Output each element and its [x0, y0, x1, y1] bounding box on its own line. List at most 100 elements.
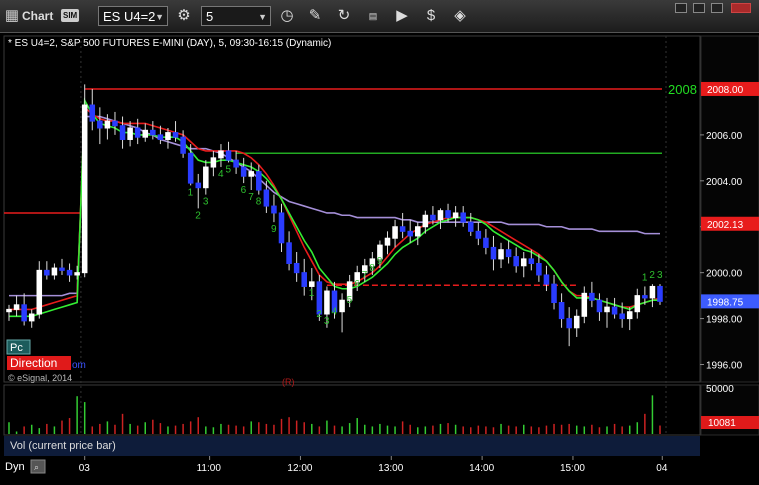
search-icon[interactable]: ⌕ — [34, 462, 39, 472]
direction-label: Direction — [10, 356, 57, 370]
candle-body — [187, 152, 194, 184]
pencil-icon[interactable]: ✎ — [305, 6, 325, 26]
candle-body — [445, 210, 451, 219]
candle-body — [505, 249, 512, 258]
interval-input[interactable]: 5 ▼ — [201, 6, 271, 26]
candle-body — [263, 189, 270, 207]
candle-body — [460, 212, 466, 223]
pc-label: Pc — [10, 342, 23, 354]
price-tick-label: 2004.00 — [706, 177, 743, 188]
candle-body — [422, 214, 429, 228]
sequence-label: 2 — [316, 309, 322, 320]
restore-button[interactable] — [711, 3, 723, 13]
candle-body — [596, 299, 603, 313]
chart-window-icon: ▦ — [4, 7, 20, 24]
candle-body — [301, 272, 307, 287]
candle-body — [619, 313, 625, 320]
time-tick-label: 03 — [79, 463, 91, 474]
candle-body — [150, 129, 156, 136]
candle-body — [626, 311, 633, 320]
symbol-value: ES U4=2 — [103, 9, 156, 24]
candle-body — [89, 104, 96, 122]
candle-body — [309, 281, 315, 287]
sequence-label: 9 — [377, 256, 383, 267]
candle-body — [6, 308, 12, 313]
candle-body — [498, 249, 504, 260]
clock-icon[interactable]: ◷ — [277, 6, 297, 26]
candle-body — [66, 269, 73, 276]
candle-body — [13, 304, 20, 310]
price-label-high_level: 2008.00 — [707, 85, 744, 96]
candle-body — [536, 262, 542, 276]
play-icon[interactable]: ▶ — [392, 6, 412, 26]
time-tick-label: 15:00 — [560, 463, 585, 474]
sequence-label: 8 — [369, 263, 375, 274]
candle-body — [490, 246, 497, 260]
candle-body — [642, 295, 648, 299]
volume-max-tick: 50000 — [706, 384, 734, 395]
sim-badge: SIM — [61, 9, 80, 22]
bars-icon[interactable]: ▤ — [363, 6, 383, 26]
sequence-label: 2 — [649, 270, 655, 281]
chart-area[interactable]: 123456789123456789123 2006.002004.002002… — [0, 33, 759, 480]
dollar-icon[interactable]: $ — [421, 6, 441, 26]
candle-body — [172, 132, 179, 138]
candle-body — [339, 299, 345, 313]
price-label-mid_level: 2002.13 — [707, 220, 744, 231]
candle-body — [581, 292, 588, 317]
interval-value: 5 — [206, 9, 214, 24]
time-tick-label: 12:00 — [287, 463, 312, 474]
candle-body — [399, 226, 406, 232]
candle-body — [248, 171, 255, 177]
sequence-label: 6 — [354, 279, 360, 290]
candle-body — [203, 166, 209, 189]
candle-body — [452, 212, 459, 219]
price-tick-label: 2006.00 — [706, 131, 743, 142]
close-button[interactable] — [731, 3, 751, 13]
symbol-input[interactable]: ES U4=2 ▼ — [98, 6, 168, 26]
dyn-label: Dyn — [5, 461, 25, 473]
candle — [657, 284, 663, 305]
candle-body — [233, 159, 239, 168]
chevron-down-icon[interactable]: ▼ — [155, 7, 164, 27]
candle-body — [611, 306, 618, 315]
minimize-button[interactable] — [675, 3, 687, 13]
candle-body — [437, 210, 444, 221]
candle-body — [36, 269, 43, 315]
candle-body — [142, 129, 149, 138]
price-tick-label: 1996.00 — [706, 361, 743, 372]
candle-body — [271, 205, 277, 214]
candle-body — [649, 285, 656, 299]
refresh-icon[interactable]: ↻ — [334, 6, 354, 26]
candle-body — [127, 127, 133, 140]
price-chart[interactable]: 123456789123456789123 2006.002004.002002… — [0, 33, 759, 480]
sequence-label: 3 — [203, 197, 209, 208]
candle-body — [528, 258, 535, 264]
candle-body — [657, 285, 663, 302]
time-tick-label: 11:00 — [197, 463, 222, 474]
candle-body — [21, 304, 27, 322]
candle-body — [59, 267, 65, 271]
gear-icon[interactable]: ⚙ — [174, 6, 194, 26]
candle-body — [392, 226, 398, 239]
candle-body — [483, 237, 489, 248]
candle-body — [604, 306, 610, 313]
window-title: Chart — [22, 9, 54, 23]
chart-description: * ES U4=2, S&P 500 FUTURES E-MINI (DAY),… — [8, 38, 331, 49]
chevron-down-icon[interactable]: ▼ — [258, 7, 267, 27]
candle-body — [467, 221, 474, 232]
time-tick-label: 14:00 — [469, 463, 494, 474]
tag-icon[interactable]: ◈ — [450, 6, 470, 26]
candle-body — [384, 237, 391, 246]
candle-body — [634, 295, 641, 313]
sequence-label: 5 — [347, 295, 353, 306]
candle-body — [240, 166, 247, 177]
candle-body — [566, 318, 572, 329]
candle-body — [195, 182, 202, 189]
candle-body — [134, 127, 141, 138]
time-tick-label: 13:00 — [378, 463, 403, 474]
maximize-button[interactable] — [693, 3, 705, 13]
candle-body — [558, 302, 565, 320]
sequence-label: 3 — [324, 316, 330, 327]
candle-body — [44, 269, 50, 276]
